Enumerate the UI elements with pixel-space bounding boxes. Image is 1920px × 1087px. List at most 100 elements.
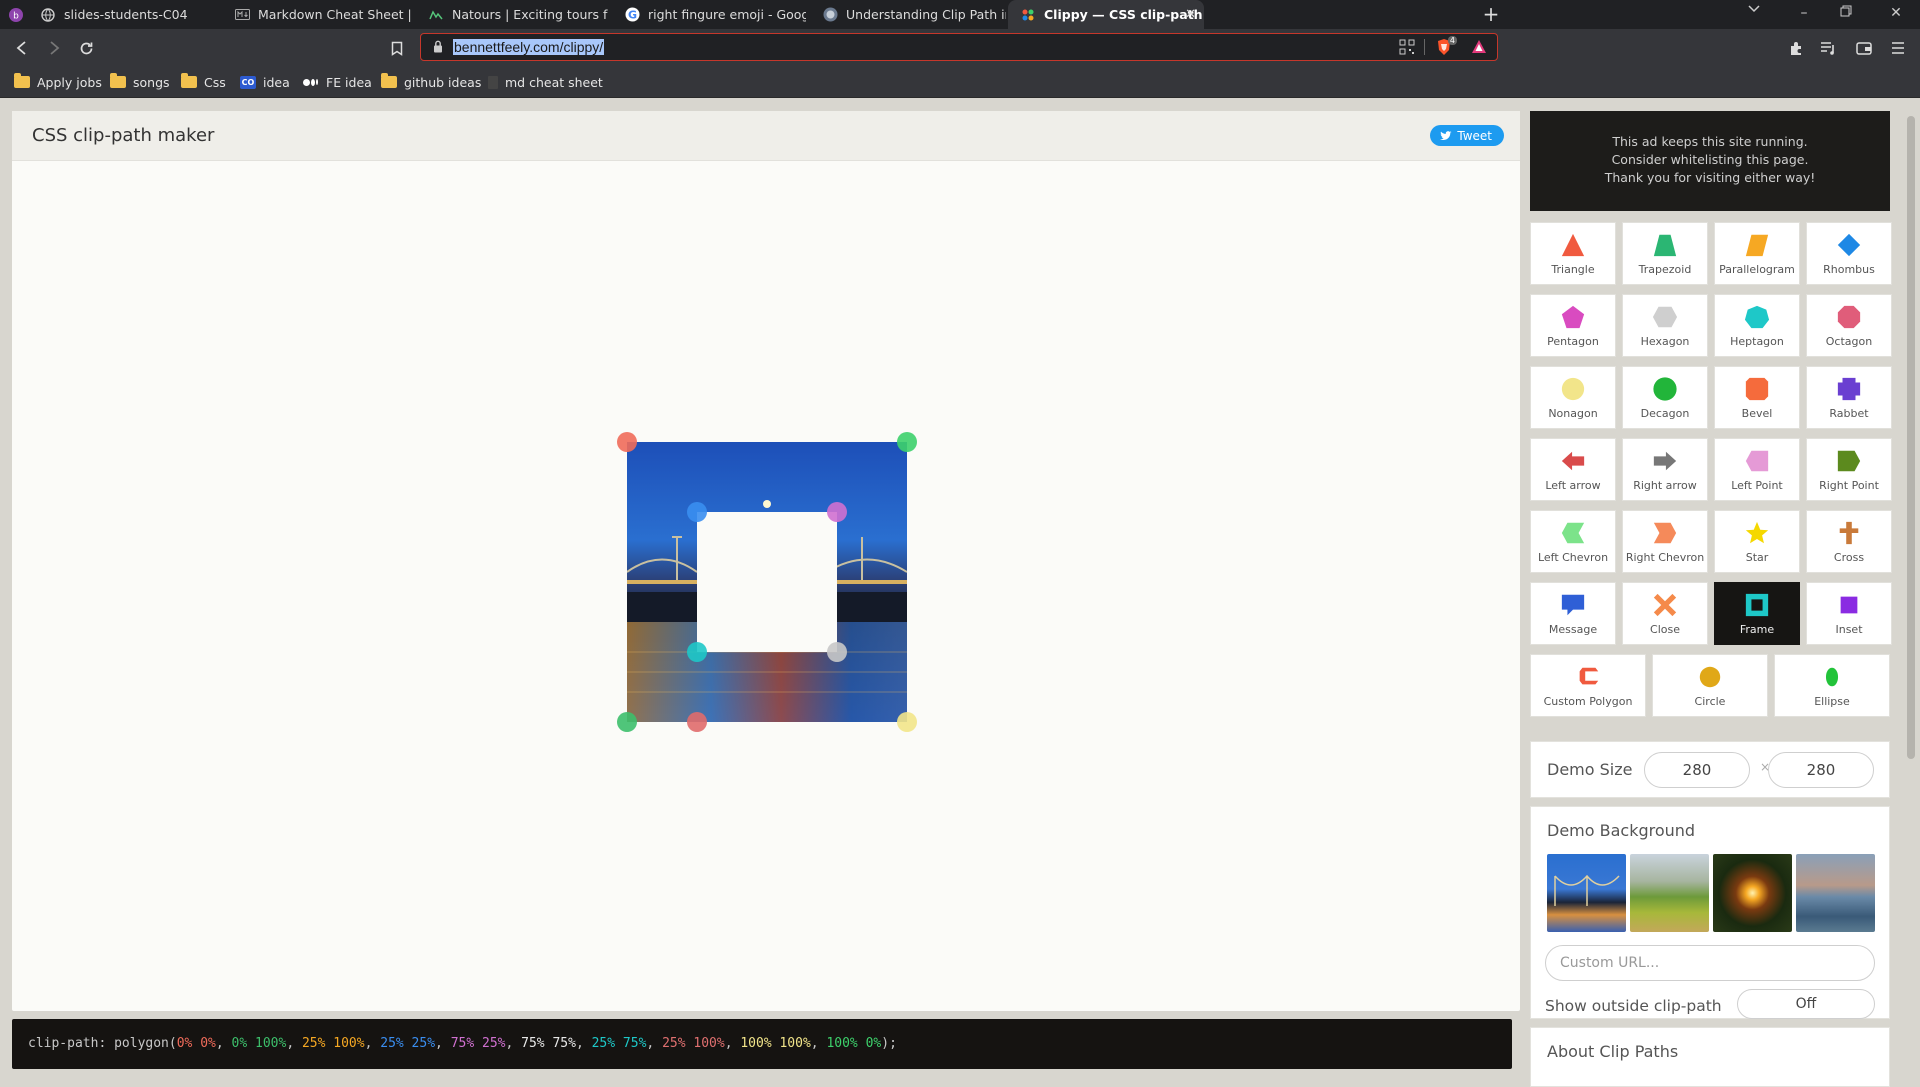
tab-google-search[interactable]: G right fingure emoji - Google Search xyxy=(612,0,806,29)
bookmark-songs[interactable]: songs xyxy=(110,72,170,92)
back-icon[interactable] xyxy=(12,38,32,58)
shape-button-left-chevron[interactable]: Left Chevron xyxy=(1530,510,1616,573)
point-handle-10[interactable] xyxy=(897,432,917,452)
shape-button-octagon[interactable]: Octagon xyxy=(1806,294,1892,357)
shape-button-nonagon[interactable]: Nonagon xyxy=(1530,366,1616,429)
url-text[interactable]: bennettfeely.com/clippy/ xyxy=(453,39,605,55)
shape-label: Pentagon xyxy=(1547,335,1599,348)
shape-button-left-point[interactable]: Left Point xyxy=(1714,438,1800,501)
tab-search-chevron-icon[interactable] xyxy=(1748,5,1768,13)
background-thumb-sea[interactable] xyxy=(1796,854,1875,932)
tab-understanding-clip-path[interactable]: Understanding Clip Path in CSS - Ahm xyxy=(810,0,1006,29)
medium-icon xyxy=(303,76,319,89)
new-tab-icon[interactable]: + xyxy=(1481,2,1501,26)
shape-label: Left Point xyxy=(1731,479,1783,492)
close-window-icon[interactable]: ✕ xyxy=(1886,5,1906,21)
shape-label: Heptagon xyxy=(1730,335,1784,348)
css-code-output[interactable]: clip-path: polygon(0% 0%, 0% 100%, 25% 1… xyxy=(12,1019,1512,1069)
codepen-icon: CO xyxy=(240,75,256,89)
shape-button-triangle[interactable]: Triangle xyxy=(1530,222,1616,285)
qr-code-icon[interactable] xyxy=(1399,39,1415,55)
tab-natours[interactable]: Natours | Exciting tours for adventuro xyxy=(416,0,608,29)
address-bar[interactable]: bennettfeely.com/clippy/ 4 xyxy=(420,33,1498,61)
bookmark-idea[interactable]: CO idea xyxy=(240,72,290,92)
point-handle-6[interactable] xyxy=(827,642,847,662)
trapezoid-shape-icon xyxy=(1651,231,1679,259)
globe-icon xyxy=(822,7,838,23)
shape-label: Rhombus xyxy=(1823,263,1875,276)
shape-button-right-arrow[interactable]: Right arrow xyxy=(1622,438,1708,501)
shape-label: Custom Polygon xyxy=(1543,695,1633,708)
shape-button-right-chevron[interactable]: Right Chevron xyxy=(1622,510,1708,573)
shape-button-trapezoid[interactable]: Trapezoid xyxy=(1622,222,1708,285)
shape-button-circle[interactable]: Circle xyxy=(1652,654,1768,717)
shape-button-custom-polygon[interactable]: Custom Polygon xyxy=(1530,654,1646,717)
shape-label: Rabbet xyxy=(1829,407,1869,420)
shape-button-rabbet[interactable]: Rabbet xyxy=(1806,366,1892,429)
background-thumb-sparkler[interactable] xyxy=(1713,854,1792,932)
shape-button-right-point[interactable]: Right Point xyxy=(1806,438,1892,501)
bookmark-github-ideas[interactable]: github ideas xyxy=(381,72,481,92)
code-point: 25% 25% xyxy=(380,1036,436,1051)
shape-button-inset[interactable]: Inset xyxy=(1806,582,1892,645)
reload-icon[interactable] xyxy=(76,38,96,58)
demo-background-panel: Demo Background Custom URL... Show outsi… xyxy=(1530,806,1890,1019)
bookmark-fe-idea[interactable]: FE idea xyxy=(303,72,372,92)
bookmark-md-cheat-sheet[interactable]: md cheat sheet xyxy=(488,72,603,92)
point-handle-9[interactable] xyxy=(897,712,917,732)
menu-icon[interactable] xyxy=(1888,38,1908,58)
shape-button-decagon[interactable]: Decagon xyxy=(1622,366,1708,429)
point-handle-1[interactable] xyxy=(617,432,637,452)
profile-icon[interactable]: b xyxy=(8,0,26,29)
shape-button-cross[interactable]: Cross xyxy=(1806,510,1892,573)
bookmark-icon[interactable] xyxy=(387,38,407,58)
show-outside-clip-toggle[interactable]: Off xyxy=(1737,989,1875,1019)
extensions-icon[interactable] xyxy=(1786,38,1806,58)
shape-button-close[interactable]: Close xyxy=(1622,582,1708,645)
page-icon xyxy=(488,75,498,89)
shape-button-left-arrow[interactable]: Left arrow xyxy=(1530,438,1616,501)
restore-icon[interactable] xyxy=(1840,5,1860,17)
custom-url-input[interactable]: Custom URL... xyxy=(1545,945,1875,981)
tab-slides-students[interactable]: slides-students-C04 xyxy=(28,0,218,29)
close-tab-icon[interactable]: ✕ xyxy=(1185,7,1196,22)
shape-button-bevel[interactable]: Bevel xyxy=(1714,366,1800,429)
scrollbar-thumb[interactable] xyxy=(1907,116,1915,759)
demo-height-input[interactable]: 280 xyxy=(1768,752,1874,788)
demo-width-input[interactable]: 280 xyxy=(1644,752,1750,788)
wallet-icon[interactable] xyxy=(1854,38,1874,58)
shape-button-star[interactable]: Star xyxy=(1714,510,1800,573)
code-separator: , xyxy=(215,1036,232,1051)
shape-button-rhombus[interactable]: Rhombus xyxy=(1806,222,1892,285)
bookmark-css[interactable]: Css xyxy=(181,72,226,92)
globe-icon xyxy=(40,7,56,23)
shape-button-parallelogram[interactable]: Parallelogram xyxy=(1714,222,1800,285)
point-handle-7[interactable] xyxy=(687,642,707,662)
shape-button-heptagon[interactable]: Heptagon xyxy=(1714,294,1800,357)
page-scrollbar[interactable] xyxy=(1902,98,1920,1080)
tab-markdown-cheat-sheet[interactable]: Markdown Cheat Sheet | Markdown G xyxy=(222,0,412,29)
tweet-button[interactable]: Tweet xyxy=(1430,125,1504,146)
brave-rewards-icon[interactable] xyxy=(1471,39,1487,54)
shape-button-ellipse[interactable]: Ellipse xyxy=(1774,654,1890,717)
shape-button-frame[interactable]: Frame xyxy=(1714,582,1800,645)
tab-clippy[interactable]: Clippy — CSS clip-path maker ✕ xyxy=(1008,0,1204,29)
shape-button-hexagon[interactable]: Hexagon xyxy=(1622,294,1708,357)
shape-button-message[interactable]: Message xyxy=(1530,582,1616,645)
point-handle-5[interactable] xyxy=(827,502,847,522)
bookmark-apply-jobs[interactable]: Apply jobs xyxy=(14,72,102,92)
code-separator: , xyxy=(575,1036,592,1051)
playlist-icon[interactable] xyxy=(1818,38,1838,58)
point-handle-3[interactable] xyxy=(687,712,707,732)
background-thumb-bridge[interactable] xyxy=(1547,854,1626,932)
minimize-icon[interactable]: – xyxy=(1794,5,1814,21)
point-handle-2[interactable] xyxy=(617,712,637,732)
tab-title: Markdown Cheat Sheet | Markdown G xyxy=(258,7,412,22)
clip-path-demo[interactable] xyxy=(617,432,917,732)
folder-icon xyxy=(381,73,397,88)
forward-icon[interactable] xyxy=(44,38,64,58)
point-handle-4[interactable] xyxy=(687,502,707,522)
background-thumb-countryside[interactable] xyxy=(1630,854,1709,932)
shape-button-pentagon[interactable]: Pentagon xyxy=(1530,294,1616,357)
brave-shields-icon[interactable]: 4 xyxy=(1436,36,1457,56)
